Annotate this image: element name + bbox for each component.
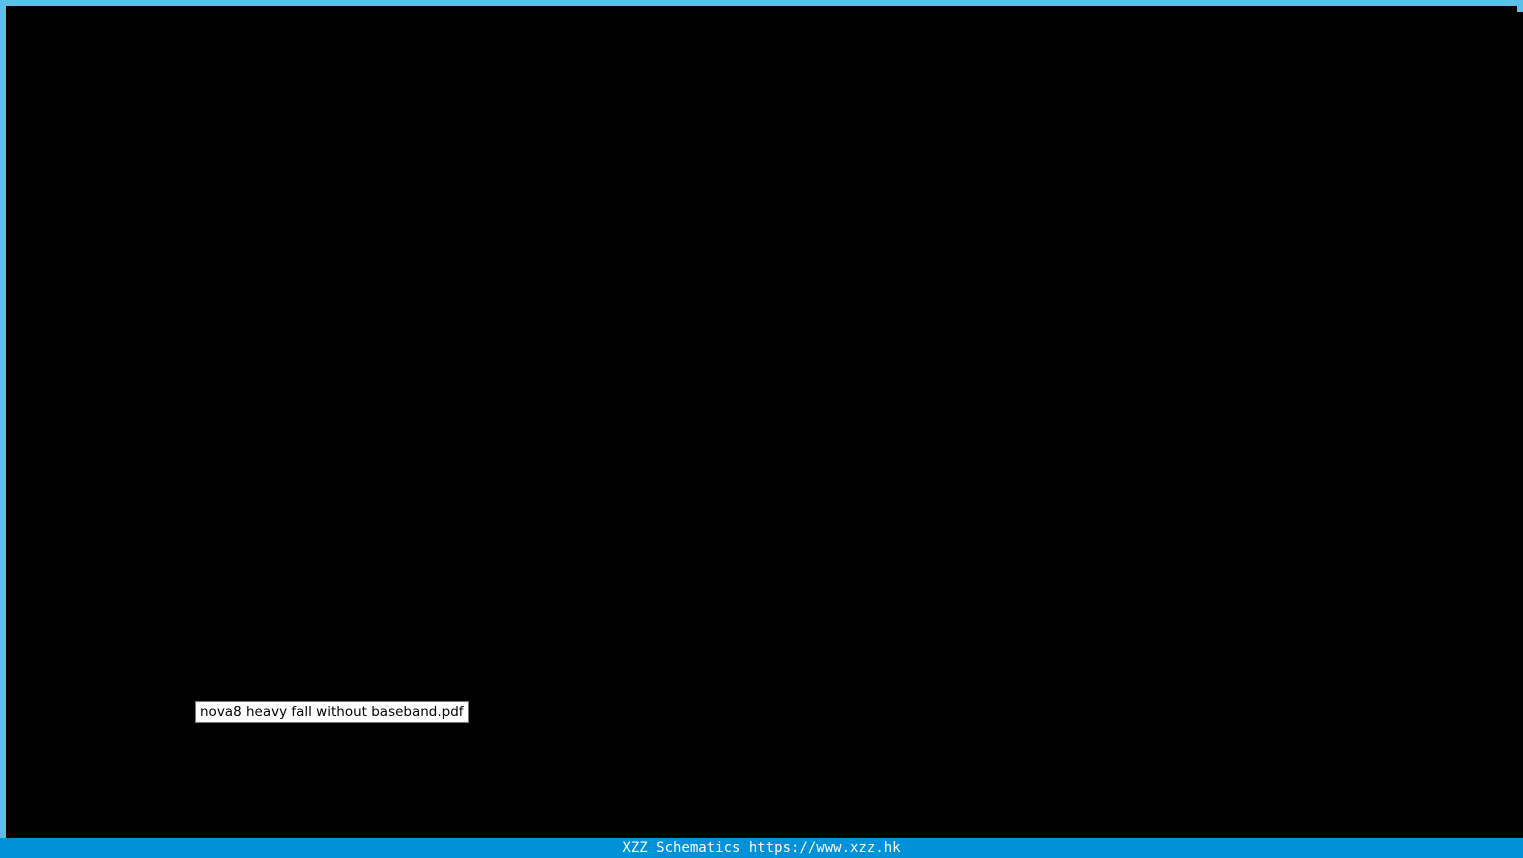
status-bar: XZZ Schematics https://www.xzz.hk	[0, 838, 1523, 858]
file-name-tooltip: nova8 heavy fall without baseband.pdf	[195, 701, 469, 723]
viewer-window	[0, 0, 1523, 858]
